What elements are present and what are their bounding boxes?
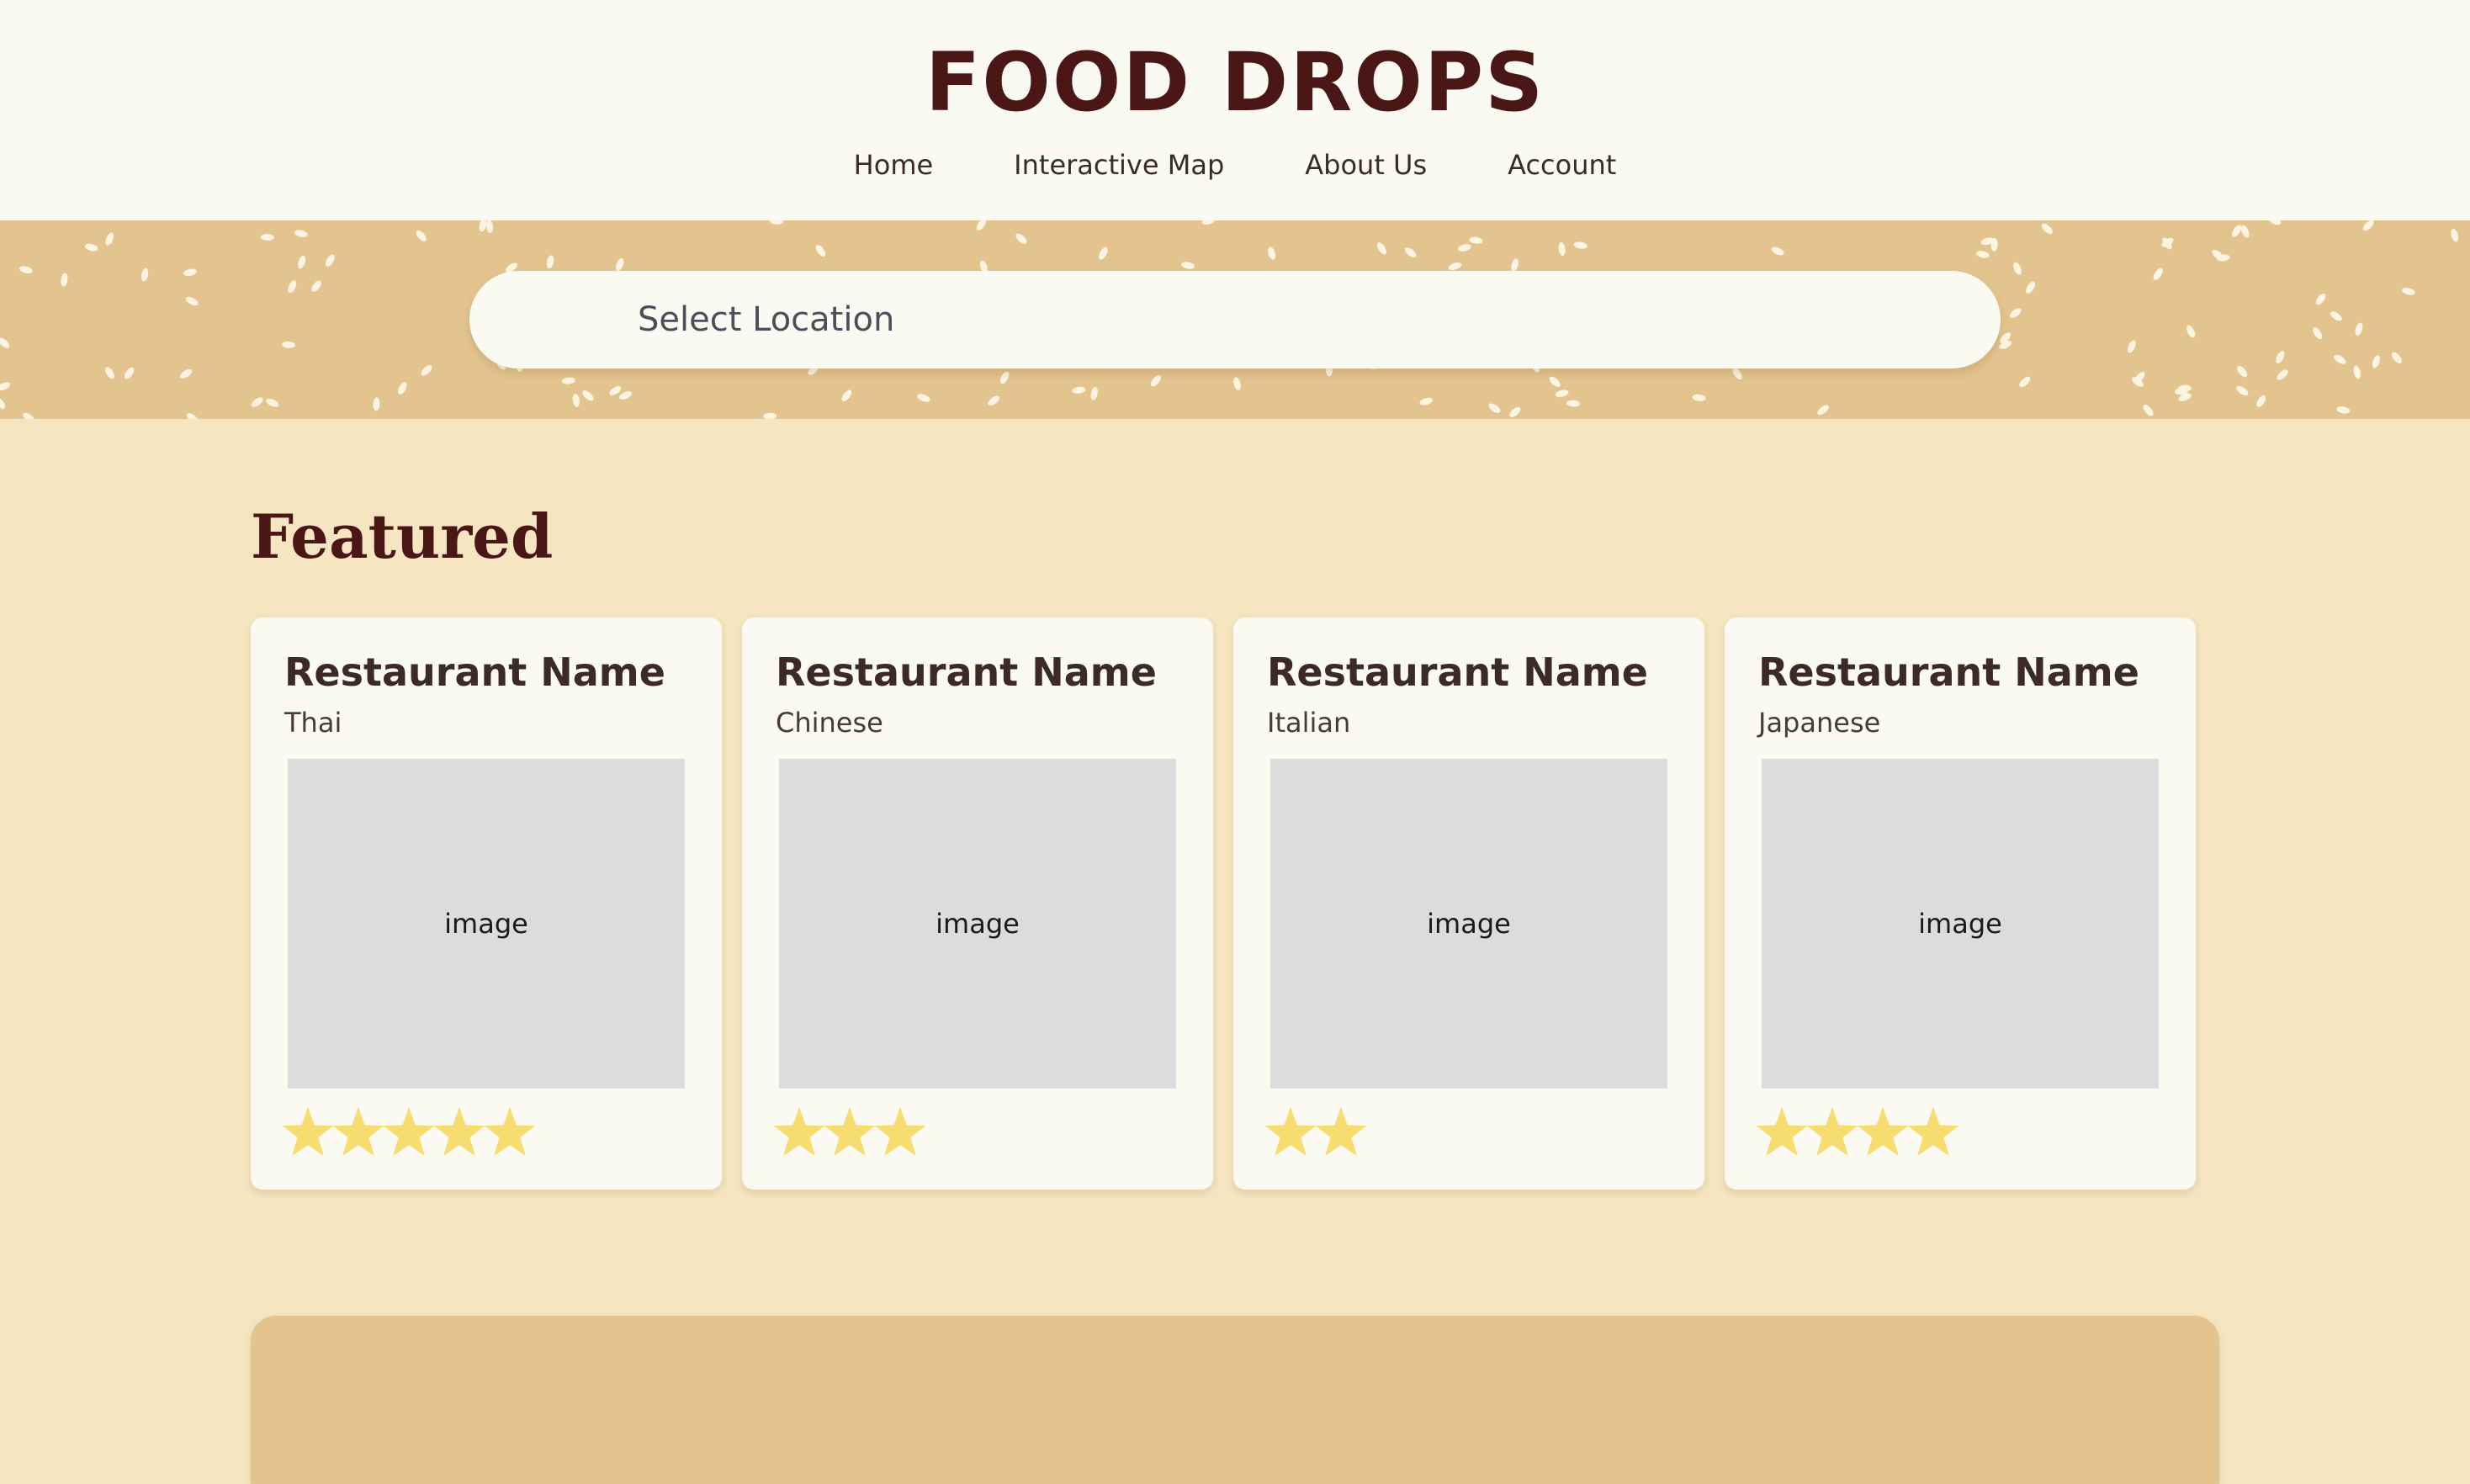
restaurant-card[interactable]: Restaurant Name Thai image	[251, 617, 722, 1190]
restaurant-cuisine: Italian	[1267, 707, 1351, 739]
location-select[interactable]: Select Location	[469, 271, 2001, 368]
restaurant-card[interactable]: Restaurant Name Italian image	[1233, 617, 1704, 1190]
star-icon	[433, 1107, 485, 1156]
nav-home[interactable]: Home	[854, 145, 934, 185]
star-icon	[874, 1107, 926, 1156]
star-icon	[484, 1107, 536, 1156]
star-icon	[1756, 1107, 1808, 1156]
star-icon	[282, 1107, 334, 1156]
featured-heading: Featured	[251, 501, 554, 572]
restaurant-name: Restaurant Name	[1267, 649, 1648, 695]
main-nav: Home Interactive Map About Us Account	[0, 145, 2470, 185]
restaurant-cuisine: Thai	[284, 707, 342, 739]
star-icon	[824, 1107, 876, 1156]
star-rating	[1755, 1102, 1960, 1163]
restaurant-card[interactable]: Restaurant Name Chinese image	[742, 617, 1213, 1190]
restaurant-image-placeholder: image	[1270, 759, 1667, 1089]
restaurant-image-placeholder: image	[1762, 759, 2159, 1089]
image-label: image	[936, 908, 1020, 940]
star-rating	[772, 1102, 927, 1163]
star-icon	[332, 1107, 384, 1156]
star-rating	[1264, 1102, 1368, 1163]
location-select-label: Select Location	[638, 300, 895, 339]
star-icon	[1857, 1107, 1909, 1156]
site-header: FOOD DROPS Home Interactive Map About Us…	[0, 0, 2470, 220]
restaurant-name: Restaurant Name	[1758, 649, 2139, 695]
bottom-section-panel	[251, 1316, 2219, 1484]
brand-logo[interactable]: FOOD DROPS	[0, 32, 2470, 133]
restaurant-name: Restaurant Name	[776, 649, 1157, 695]
star-icon	[1806, 1107, 1858, 1156]
restaurant-cuisine: Japanese	[1758, 707, 1881, 739]
restaurant-name: Restaurant Name	[284, 649, 665, 695]
star-icon	[1264, 1107, 1317, 1156]
nav-about-us[interactable]: About Us	[1305, 145, 1427, 185]
star-icon	[773, 1107, 825, 1156]
restaurant-image-placeholder: image	[779, 759, 1176, 1089]
restaurant-image-placeholder: image	[288, 759, 685, 1089]
nav-interactive-map[interactable]: Interactive Map	[1014, 145, 1224, 185]
nav-account[interactable]: Account	[1508, 145, 1616, 185]
restaurant-card[interactable]: Restaurant Name Japanese image	[1725, 617, 2196, 1190]
image-label: image	[1427, 908, 1511, 940]
restaurant-cuisine: Chinese	[776, 707, 883, 739]
star-icon	[383, 1107, 435, 1156]
star-icon	[1907, 1107, 1959, 1156]
star-rating	[281, 1102, 537, 1163]
image-label: image	[1918, 908, 2002, 940]
star-icon	[1315, 1107, 1367, 1156]
image-label: image	[444, 908, 528, 940]
